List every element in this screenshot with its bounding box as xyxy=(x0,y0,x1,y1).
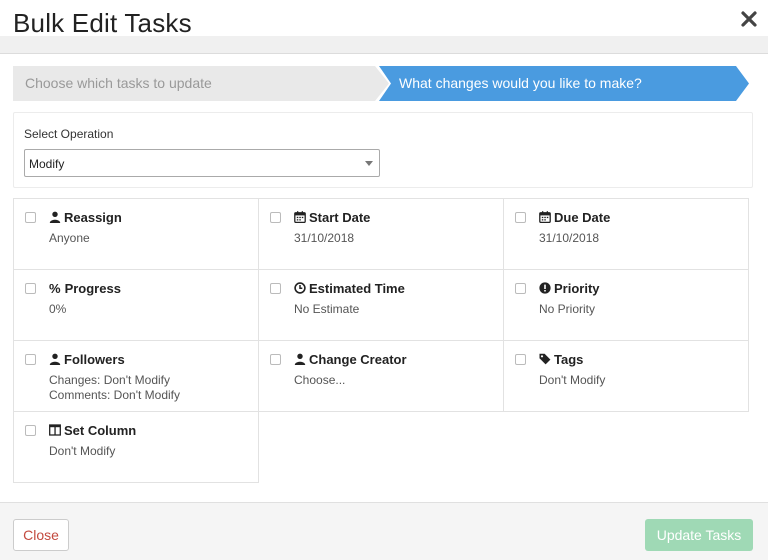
calendar-icon xyxy=(539,211,551,224)
followers-changes-value: Changes: Don't Modify xyxy=(49,373,171,387)
set-column-title-text: Set Column xyxy=(64,423,137,438)
field-priority: Priority No Priority xyxy=(503,269,749,341)
change-creator-checkbox[interactable] xyxy=(270,354,281,365)
tags-title[interactable]: Tags xyxy=(539,352,583,367)
operation-select[interactable]: Modify xyxy=(24,149,380,177)
operation-select-value: Modify xyxy=(29,157,65,171)
close-button[interactable]: Close xyxy=(13,519,69,551)
tags-checkbox[interactable] xyxy=(515,354,526,365)
priority-title-text: Priority xyxy=(554,281,600,296)
reassign-checkbox[interactable] xyxy=(25,212,36,223)
progress-value: 0% xyxy=(49,302,67,316)
followers-title-text: Followers xyxy=(64,352,125,367)
reassign-value: Anyone xyxy=(49,231,90,245)
operation-panel: Select Operation Modify xyxy=(13,112,753,188)
reassign-title[interactable]: Reassign xyxy=(49,210,122,225)
modal-title: Bulk Edit Tasks xyxy=(13,8,192,38)
user-icon xyxy=(49,353,61,365)
followers-value: Changes: Don't Modify Comments: Don't Mo… xyxy=(49,373,180,403)
followers-checkbox[interactable] xyxy=(25,354,36,365)
set-column-checkbox[interactable] xyxy=(25,425,36,436)
caret-down-icon xyxy=(365,161,373,166)
columns-icon xyxy=(49,424,61,436)
update-tasks-button[interactable]: Update Tasks xyxy=(645,519,753,551)
progress-title-text: Progress xyxy=(64,281,121,296)
progress-checkbox[interactable] xyxy=(25,283,36,294)
followers-comments-value: Comments: Don't Modify xyxy=(49,388,180,402)
field-progress: % Progress 0% xyxy=(13,269,259,341)
due-date-value: 31/10/2018 xyxy=(539,231,600,245)
field-change-creator: Change Creator Choose... xyxy=(258,340,504,412)
start-date-title[interactable]: Start Date xyxy=(294,210,370,225)
priority-value: No Priority xyxy=(539,302,596,316)
estimated-time-value: No Estimate xyxy=(294,302,360,316)
estimated-time-title-text: Estimated Time xyxy=(309,281,405,296)
modal-footer: Close Update Tasks xyxy=(0,502,768,560)
start-date-checkbox[interactable] xyxy=(270,212,281,223)
start-date-title-text: Start Date xyxy=(309,210,371,225)
field-estimated-time: Estimated Time No Estimate xyxy=(258,269,504,341)
priority-checkbox[interactable] xyxy=(515,283,526,294)
wizard-steps: Choose which tasks to update What change… xyxy=(13,66,749,101)
step-choose-tasks[interactable]: Choose which tasks to update xyxy=(13,66,389,101)
field-due-date: Due Date 31/10/2018 xyxy=(503,198,749,270)
close-icon[interactable] xyxy=(740,10,758,28)
tags-title-text: Tags xyxy=(554,352,584,367)
reassign-title-text: Reassign xyxy=(64,210,122,225)
tag-icon xyxy=(539,353,551,365)
due-date-title-text: Due Date xyxy=(554,210,611,225)
field-followers: Followers Changes: Don't Modify Comments… xyxy=(13,340,259,412)
tags-value: Don't Modify xyxy=(539,373,606,387)
step-what-changes[interactable]: What changes would you like to make? xyxy=(379,66,749,101)
set-column-title[interactable]: Set Column xyxy=(49,423,136,438)
set-column-value: Don't Modify xyxy=(49,444,116,458)
estimated-time-checkbox[interactable] xyxy=(270,283,281,294)
step-choose-tasks-label: Choose which tasks to update xyxy=(25,75,212,91)
priority-title[interactable]: Priority xyxy=(539,281,600,296)
change-creator-value: Choose... xyxy=(294,373,346,387)
change-creator-title[interactable]: Change Creator xyxy=(294,352,407,367)
due-date-title[interactable]: Due Date xyxy=(539,210,610,225)
clock-icon xyxy=(294,282,306,294)
user-icon xyxy=(49,211,61,223)
field-start-date: Start Date 31/10/2018 xyxy=(258,198,504,270)
estimated-time-title[interactable]: Estimated Time xyxy=(294,281,405,296)
change-creator-title-text: Change Creator xyxy=(309,352,407,367)
step-what-changes-label: What changes would you like to make? xyxy=(399,75,642,91)
start-date-value: 31/10/2018 xyxy=(294,231,355,245)
progress-title[interactable]: % Progress xyxy=(49,281,121,296)
followers-title[interactable]: Followers xyxy=(49,352,125,367)
field-reassign: Reassign Anyone xyxy=(13,198,259,270)
percent-icon: % xyxy=(49,281,61,296)
modal-header: Bulk Edit Tasks xyxy=(0,0,768,54)
exclamation-circle-icon xyxy=(539,282,551,294)
field-set-column: Set Column Don't Modify xyxy=(13,411,259,483)
operation-label: Select Operation xyxy=(24,127,114,141)
due-date-checkbox[interactable] xyxy=(515,212,526,223)
field-tags: Tags Don't Modify xyxy=(503,340,749,412)
user-icon xyxy=(294,353,306,365)
calendar-icon xyxy=(294,211,306,224)
